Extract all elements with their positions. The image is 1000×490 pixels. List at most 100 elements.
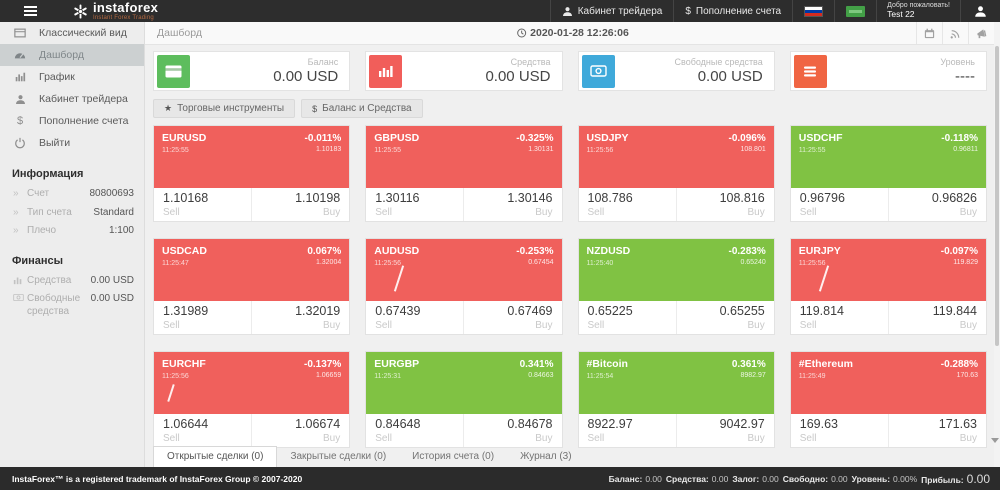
user-avatar-icon[interactable] — [960, 0, 1000, 22]
sidebar-item-logout[interactable]: Выйти — [0, 132, 144, 154]
quote-time: 11:25:56 — [374, 259, 419, 268]
currency-selector[interactable] — [834, 0, 876, 22]
classic-view-icon — [13, 27, 27, 39]
sidebar-item-label: Классический вид — [39, 27, 127, 39]
last-price: 1.30131 — [516, 145, 553, 154]
instrument-symbol: #Bitcoin — [587, 358, 628, 372]
last-price: 170.63 — [941, 371, 978, 380]
card-label: Уровень — [827, 57, 975, 67]
quote-time: 11:25:56 — [162, 372, 206, 381]
buy-price: 1.06674 — [261, 417, 340, 433]
tile-eurusd[interactable]: EURUSD11:25:55 -0.011%1.10183 1.10168Sel… — [153, 125, 350, 222]
finance-label: Свободные средства — [27, 293, 91, 318]
buy-price: 0.84678 — [473, 417, 552, 433]
money-icon — [846, 6, 865, 17]
sell-price: 169.63 — [800, 417, 879, 433]
quote-time: 11:25:47 — [162, 259, 207, 268]
instrument-symbol: EURJPY — [799, 245, 841, 259]
last-price: 119.829 — [941, 258, 978, 267]
tile-usdjpy[interactable]: USDJPY11:25:56 -0.096%108.801 108.786Sel… — [578, 125, 775, 222]
brand-tagline: Instant Forex Trading — [93, 15, 158, 21]
tile-gbpusd[interactable]: GBPUSD11:25:55 -0.325%1.30131 1.30116Sel… — [365, 125, 562, 222]
instrument-symbol: EURCHF — [162, 358, 206, 372]
buy-label: Buy — [898, 207, 977, 220]
sell-cell[interactable]: 0.67439Sell — [366, 301, 463, 334]
tab-closed-trades[interactable]: Закрытые сделки (0) — [277, 447, 399, 467]
tile-nzdusd[interactable]: NZDUSD11:25:40 -0.283%0.65240 0.65225Sel… — [578, 238, 775, 335]
card-free-margin: Свободные средства 0.00 USD — [578, 51, 775, 91]
mini-chart-icon — [13, 275, 27, 285]
buy-cell[interactable]: 119.844Buy — [888, 301, 986, 334]
sell-cell[interactable]: 1.06644Sell — [154, 414, 251, 447]
sell-cell[interactable]: 0.84648Sell — [366, 414, 463, 447]
deposit-button[interactable]: $ Пополнение счета — [673, 0, 792, 22]
trader-cabinet-button[interactable]: Кабинет трейдера — [550, 0, 674, 22]
tab-open-trades[interactable]: Открытые сделки (0) — [153, 446, 277, 467]
change-percent: -0.288% — [941, 358, 978, 371]
sidebar-item-trader-cabinet[interactable]: Кабинет трейдера — [0, 88, 144, 110]
tile-bitcoin[interactable]: #Bitcoin11:25:54 0.361%8982.97 8922.97Se… — [578, 351, 775, 448]
dollar-icon: $ — [685, 6, 691, 17]
finance-value: 0.00 USD — [91, 275, 134, 288]
buy-cell[interactable]: 0.84678Buy — [463, 414, 561, 447]
buy-label: Buy — [261, 433, 340, 446]
tab-journal[interactable]: Журнал (3) — [507, 447, 585, 467]
megaphone-icon[interactable] — [968, 22, 994, 44]
language-selector[interactable] — [792, 0, 834, 22]
sell-cell[interactable]: 108.786Sell — [579, 188, 676, 221]
hamburger-menu-icon[interactable] — [24, 6, 37, 16]
finance-row-free-margin: Свободные средства 0.00 USD — [0, 290, 144, 321]
tile-eurjpy[interactable]: EURJPY11:25:56 -0.097%119.829 119.814Sel… — [790, 238, 987, 335]
sell-cell[interactable]: 1.30116Sell — [366, 188, 463, 221]
scrollbar-thumb[interactable] — [995, 46, 999, 346]
tile-ethereum[interactable]: #Ethereum11:25:49 -0.288%170.63 169.63Se… — [790, 351, 987, 448]
sell-cell[interactable]: 1.31989Sell — [154, 301, 251, 334]
buy-cell[interactable]: 1.30146Buy — [463, 188, 561, 221]
buy-cell[interactable]: 0.67469Buy — [463, 301, 561, 334]
calendar-icon[interactable] — [916, 22, 942, 44]
balance-equity-button[interactable]: $ Баланс и Средства — [301, 99, 423, 118]
footer-stat-balance: Баланс:0.00 — [609, 474, 662, 484]
rss-icon[interactable] — [942, 22, 968, 44]
change-percent: 0.341% — [520, 358, 554, 371]
buy-cell[interactable]: 9042.97Buy — [676, 414, 774, 447]
banknote-icon — [13, 293, 27, 302]
buy-cell[interactable]: 108.816Buy — [676, 188, 774, 221]
sell-price: 8922.97 — [588, 417, 667, 433]
tile-usdchf[interactable]: USDCHF11:25:55 -0.118%0.96811 0.96796Sel… — [790, 125, 987, 222]
footer-stat-margin: Залог:0.00 — [732, 474, 778, 484]
scroll-down-arrow-icon[interactable] — [991, 438, 999, 443]
brand-logo[interactable]: instaforex Instant Forex Trading — [73, 1, 158, 21]
buy-cell[interactable]: 1.32019Buy — [251, 301, 349, 334]
tile-usdcad[interactable]: USDCAD11:25:47 0.067%1.32004 1.31989Sell… — [153, 238, 350, 335]
sell-cell[interactable]: 169.63Sell — [791, 414, 888, 447]
sidebar-item-chart[interactable]: График — [0, 66, 144, 88]
buy-cell[interactable]: 1.10198Buy — [251, 188, 349, 221]
sell-cell[interactable]: 0.65225Sell — [579, 301, 676, 334]
buy-cell[interactable]: 0.96826Buy — [888, 188, 986, 221]
sell-cell[interactable]: 1.10168Sell — [154, 188, 251, 221]
buy-cell[interactable]: 171.63Buy — [888, 414, 986, 447]
sidebar-item-deposit[interactable]: $ Пополнение счета — [0, 110, 144, 132]
sell-label: Sell — [588, 433, 667, 446]
buy-cell[interactable]: 1.06674Buy — [251, 414, 349, 447]
sell-cell[interactable]: 8922.97Sell — [579, 414, 676, 447]
sidebar-item-dashboard[interactable]: Дашборд — [0, 44, 144, 66]
sidebar-item-classic-view[interactable]: Классический вид — [0, 22, 144, 44]
tile-audusd[interactable]: AUDUSD11:25:56 -0.253%0.67454 0.67439Sel… — [365, 238, 562, 335]
vertical-scrollbar[interactable] — [994, 22, 1000, 467]
change-percent: -0.096% — [729, 132, 766, 145]
change-percent: 0.361% — [732, 358, 766, 371]
quote-time: 11:25:56 — [587, 146, 629, 155]
trading-instruments-button[interactable]: ★ Торговые инструменты — [153, 99, 295, 118]
sell-cell[interactable]: 119.814Sell — [791, 301, 888, 334]
buy-price: 108.816 — [686, 191, 765, 207]
tile-eurgbp[interactable]: EURGBP11:25:31 0.341%0.84663 0.84648Sell… — [365, 351, 562, 448]
instrument-symbol: #Ethereum — [799, 358, 853, 372]
sell-cell[interactable]: 0.96796Sell — [791, 188, 888, 221]
finance-label: Средства — [27, 275, 91, 288]
tab-account-history[interactable]: История счета (0) — [399, 447, 507, 467]
tile-eurchf[interactable]: EURCHF11:25:56 -0.137%1.06659 1.06644Sel… — [153, 351, 350, 448]
change-percent: -0.011% — [305, 132, 342, 145]
buy-cell[interactable]: 0.65255Buy — [676, 301, 774, 334]
